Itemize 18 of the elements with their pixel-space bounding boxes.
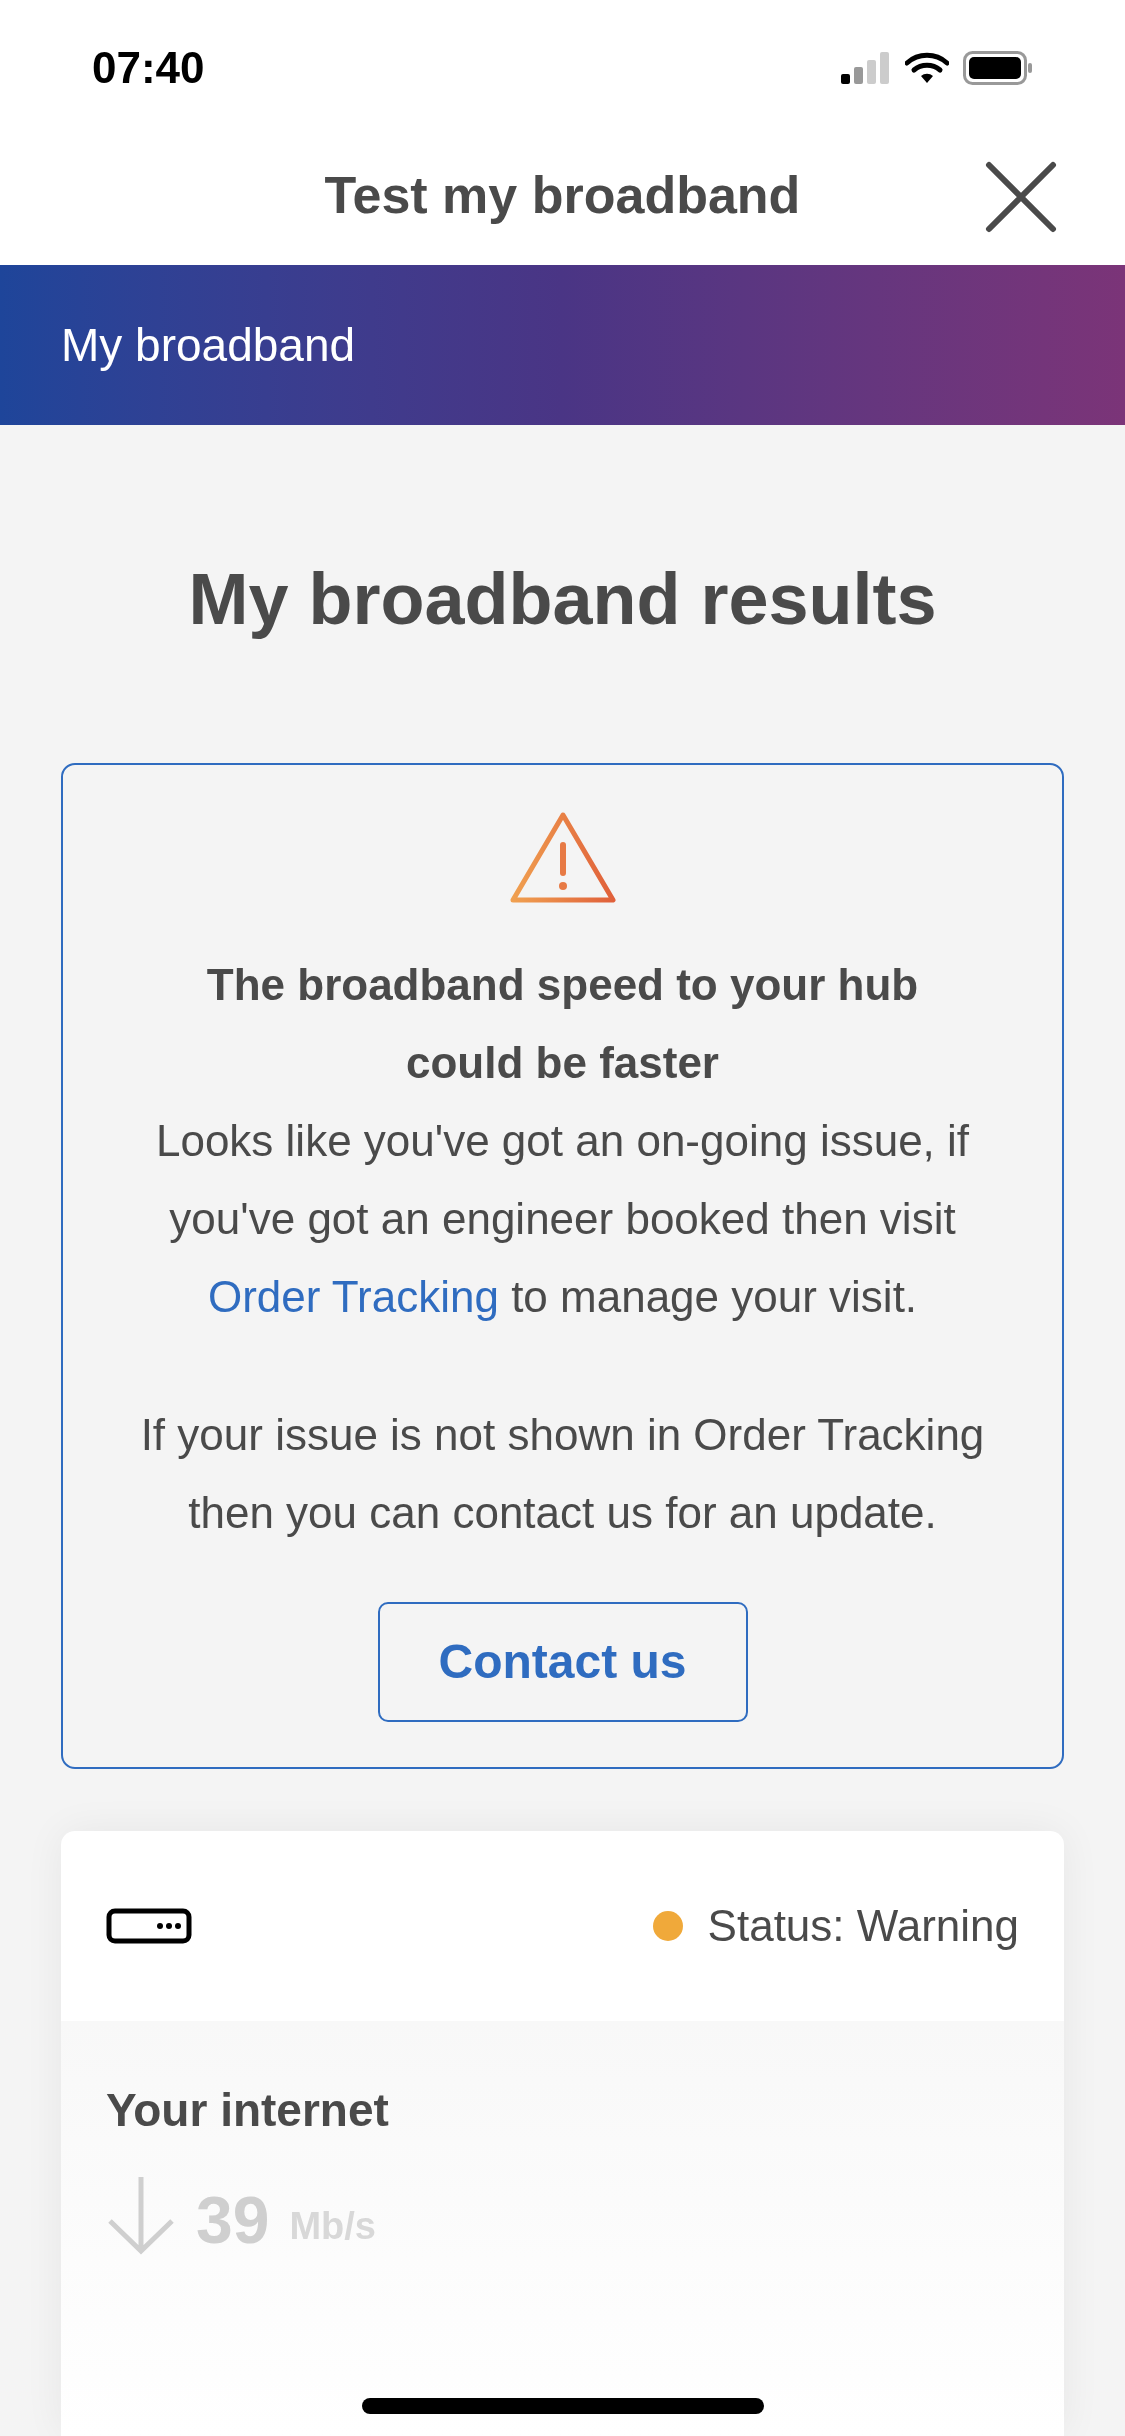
close-button[interactable] [983,159,1059,235]
section-title: Your internet [106,2083,390,2138]
wifi-icon [905,51,949,84]
status-time: 07:40 [92,41,205,94]
signal-icon [841,51,891,84]
contact-us-button[interactable]: Contact us [377,1602,748,1722]
screen-title: Test my broadband [324,165,801,226]
battery-icon [963,50,1033,85]
alert-title: The broadband speed to your hub could be faster [205,959,920,1089]
warning-icon [508,810,617,906]
download-arrow-icon [106,2175,176,2255]
alert-message: Looks like you've got an on-going issue, if you've got an engineer booked then visit Order Tracking to manage your visit. [154,1115,971,1323]
banner-title: My broadband [61,317,356,373]
router-icon [106,1908,192,1944]
alert-note: If your issue is not shown in Order Tracking then you can contact us for an update. [139,1409,986,1539]
status-label: Status: Warning [707,1900,1019,1952]
page-heading: My broadband results [187,558,938,641]
order-tracking-link[interactable]: Order Tracking [207,1272,499,1321]
